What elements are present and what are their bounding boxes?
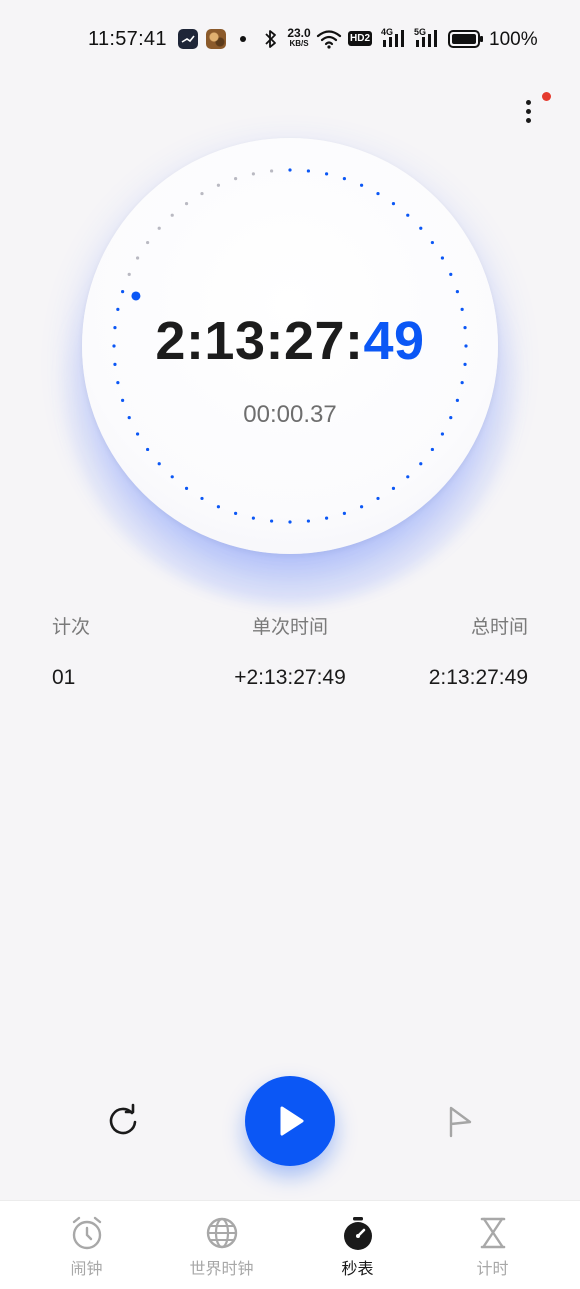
nav-label-timer: 计时 (476, 1261, 509, 1278)
dial-tick (460, 380, 464, 385)
dial-tick (157, 226, 161, 230)
lap-table-header: 计次 单次时间 总时间 (0, 612, 580, 642)
cellular-signal-5g-icon: 5G (414, 27, 440, 49)
dial-tick (342, 177, 346, 181)
header-total-time: 总时间 (470, 617, 528, 638)
dial-tick (406, 475, 410, 479)
dial-tick (270, 169, 274, 173)
battery-percentage: 100% (489, 29, 538, 50)
dial-tick (376, 191, 380, 196)
reset-icon (109, 1103, 137, 1135)
notification-badge (542, 92, 551, 101)
dial-tick (419, 462, 423, 466)
dial-tick (200, 191, 204, 196)
notification-game-icon (206, 29, 226, 49)
start-button[interactable] (245, 1076, 335, 1166)
dial-tick (455, 290, 459, 294)
dial-tick (270, 519, 274, 523)
dial-tick (146, 240, 150, 245)
nav-tab-alarm[interactable]: 闹钟 (14, 1201, 159, 1289)
dial-tick (288, 168, 292, 172)
bluetooth-icon (264, 29, 278, 54)
dial-tick (216, 505, 221, 509)
dial-tick (359, 183, 364, 187)
notification-app-icon (178, 29, 198, 49)
status-bar: 11:57:41 23.0 KB/S HD2 4G 5G 100% (0, 0, 580, 78)
elapsed-time: 2:13:27:49 (82, 310, 498, 372)
dial-tick (135, 256, 140, 260)
more-options-button[interactable] (508, 90, 552, 134)
flag-icon (449, 1106, 472, 1138)
dial-tick (116, 380, 120, 385)
dial-tick (251, 516, 256, 520)
dial-tick (200, 496, 204, 501)
dial-tick (288, 520, 292, 524)
nav-tab-world-clock[interactable]: 世界时钟 (149, 1201, 294, 1289)
nav-label-alarm: 闹钟 (70, 1261, 103, 1278)
dial-tick (359, 505, 364, 509)
more-dot-icon (526, 118, 531, 123)
dial-tick (170, 475, 174, 479)
dial-tick (419, 226, 423, 230)
network-speed-value: 23.0 (287, 26, 311, 40)
dial-tick (146, 447, 150, 452)
dial-tick (234, 511, 238, 515)
dial-tick (449, 272, 453, 277)
alarm-icon (72, 1216, 101, 1250)
dial-tick (430, 240, 434, 245)
dial-tick (342, 511, 346, 515)
bottom-navigation: 闹钟 世界时钟 秒表 计时 (0, 1200, 580, 1289)
stopwatch-screen: 11:57:41 23.0 KB/S HD2 4G 5G 100% 2:13:2… (0, 0, 580, 1289)
dial-tick (234, 177, 238, 181)
dial-progress-dot (131, 291, 141, 301)
more-notifications-dot (240, 36, 246, 42)
nav-tab-stopwatch[interactable]: 秒表 (285, 1201, 430, 1289)
dial-tick (376, 496, 380, 501)
hd-voice-badge: HD2 (348, 31, 373, 46)
lap-total-time: 2:13:27:49 (428, 666, 528, 689)
dial-tick (406, 213, 410, 217)
dial-tick (216, 183, 221, 187)
dial-tick (127, 272, 131, 277)
dial-tick (251, 172, 256, 176)
dial-tick (184, 486, 189, 490)
dial-tick (170, 213, 174, 217)
cellular-signal-4g-icon: 4G (381, 27, 407, 49)
nav-label-world-clock: 世界时钟 (189, 1261, 254, 1278)
wifi-icon (316, 29, 342, 54)
stopwatch-icon (343, 1217, 372, 1250)
dial-tick (157, 462, 161, 466)
dial-tick (430, 447, 434, 452)
network-speed: 23.0 KB/S (285, 27, 313, 48)
dial-tick (306, 519, 310, 523)
dial-tick (440, 256, 445, 260)
globe-icon (206, 1217, 237, 1249)
dial-tick (324, 172, 329, 176)
dial-tick (391, 486, 396, 490)
battery-icon (448, 30, 484, 53)
network-speed-unit: KB/S (289, 39, 309, 48)
more-dot-icon (526, 100, 531, 105)
hourglass-icon (480, 1217, 505, 1249)
more-dot-icon (526, 109, 531, 114)
dial-tick (121, 290, 125, 294)
dial-tick (324, 516, 329, 520)
lap-row: 01 +2:13:27:49 2:13:27:49 (0, 666, 580, 698)
dial-tick (135, 432, 140, 436)
dial-tick (306, 169, 310, 173)
lap-button[interactable] (440, 1101, 482, 1143)
nav-tab-timer[interactable]: 计时 (420, 1201, 565, 1289)
current-lap-time: 00:00.37 (243, 401, 337, 428)
play-icon (280, 1106, 304, 1136)
elapsed-time-main: 2:13:27: (155, 311, 364, 371)
dial-tick (440, 432, 445, 436)
reset-button[interactable] (102, 1101, 144, 1143)
elapsed-time-hundredths: 49 (363, 311, 425, 371)
status-time: 11:57:41 (88, 28, 167, 50)
dial-tick (391, 202, 396, 206)
dial-tick (184, 202, 189, 206)
nav-label-stopwatch: 秒表 (341, 1261, 374, 1278)
